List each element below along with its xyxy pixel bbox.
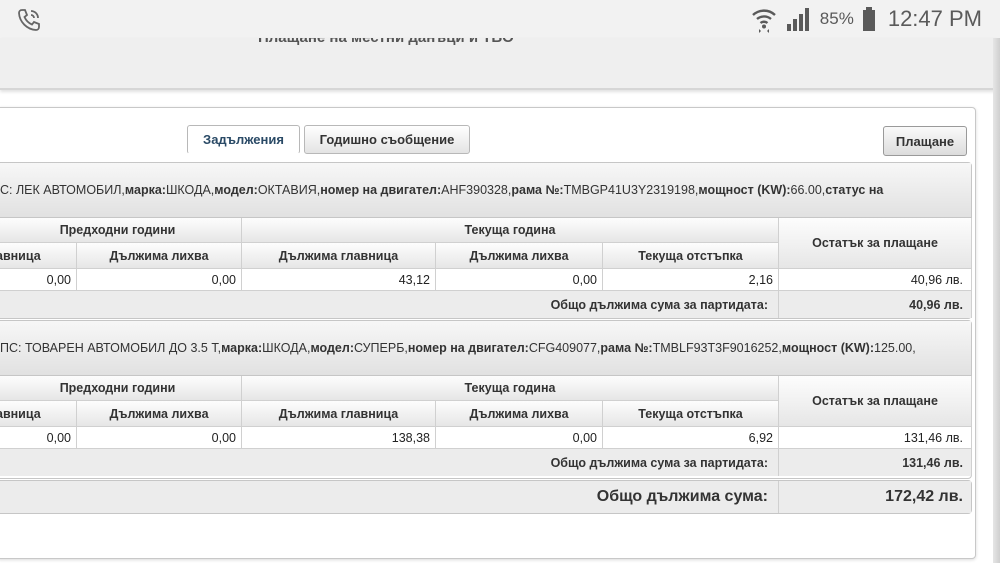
- tab-obligations[interactable]: Задължения: [187, 125, 300, 154]
- field-value: 66.00,: [790, 183, 826, 197]
- battery-percent: 85%: [819, 9, 854, 28]
- page-title: Плащане на местни данъци и ТБО: [258, 38, 514, 46]
- cur-principal-value: 138,38: [242, 427, 436, 449]
- header-current-year: Текуща година: [242, 376, 779, 401]
- field-label: статус на: [825, 183, 884, 197]
- header-discount: Текуща отстъпка: [603, 401, 779, 427]
- header-prev-principal: авница: [0, 401, 77, 427]
- clock: 12:47 PM: [887, 6, 982, 31]
- battery-icon: [862, 7, 875, 31]
- header-discount: Текуща отстъпка: [603, 243, 779, 269]
- field-value: ШКОДА,: [165, 183, 215, 197]
- grand-total-row: Общо дължима сума: 172,42 лв.: [0, 480, 972, 514]
- field-label: номер на двигател:: [407, 341, 529, 355]
- batch-total-value: 40,96 лв.: [779, 291, 972, 318]
- wifi-icon: [751, 9, 776, 33]
- field-label: рама №:: [511, 183, 564, 197]
- tab-annual-notice[interactable]: Годишно съобщение: [304, 125, 470, 154]
- batch-total-label: Общо дължима сума за партидата:: [0, 449, 779, 476]
- field-value: ПС: ТОВАРЕН АВТОМОБИЛ ДО 3.5 Т,: [0, 341, 222, 355]
- batch-total-label: Общо дължима сума за партидата:: [0, 291, 779, 318]
- header-current-year: Текуща година: [242, 218, 779, 243]
- header-cur-interest: Дължима лихва: [436, 401, 603, 427]
- field-label: марка:: [124, 183, 166, 197]
- remaining-value: 40,96 лв.: [779, 269, 972, 291]
- field-label: номер на двигател:: [320, 183, 442, 197]
- signal-icon: [786, 8, 809, 31]
- header-prev-interest: Дължима лихва: [77, 401, 242, 427]
- status-bar: 85% 12:47 PM: [0, 0, 1000, 38]
- grand-total-value: 172,42 лв.: [779, 481, 971, 513]
- scroll-edge: [993, 38, 1000, 563]
- header-remaining: Остатък за плащане: [779, 376, 972, 427]
- vehicle-description: ПС: ТОВАРЕН АВТОМОБИЛ ДО 3.5 Т, марка: Ш…: [0, 321, 971, 376]
- field-value: ОКТАВИЯ,: [257, 183, 321, 197]
- header-prev-years: Предходни години: [0, 218, 242, 243]
- field-value: TMBGP41U3Y2319198,: [563, 183, 699, 197]
- page-header: Плащане на местни данъци и ТБО: [0, 38, 998, 90]
- prev-interest-value: 0,00: [77, 269, 242, 291]
- field-label: рама №:: [600, 341, 653, 355]
- header-remaining: Остатък за плащане: [779, 218, 972, 269]
- prev-interest-value: 0,00: [77, 427, 242, 449]
- discount-value: 2,16: [603, 269, 779, 291]
- remaining-value: 131,46 лв.: [779, 427, 972, 449]
- field-label: модел:: [214, 183, 258, 197]
- header-prev-principal: авница: [0, 243, 77, 269]
- prev-principal-value: 0,00: [0, 269, 77, 291]
- discount-value: 6,92: [603, 427, 779, 449]
- cur-interest-value: 0,00: [436, 269, 603, 291]
- field-value: CFG409077,: [528, 341, 601, 355]
- grand-total-label: Общо дължима сума:: [0, 481, 779, 513]
- header-cur-principal: Дължима главница: [242, 401, 436, 427]
- pay-button[interactable]: Плащане: [883, 126, 967, 156]
- cur-interest-value: 0,00: [436, 427, 603, 449]
- field-value: ШКОДА,: [262, 341, 311, 355]
- batch-total-value: 131,46 лв.: [779, 449, 972, 476]
- vehicle-section: ПС: ТОВАРЕН АВТОМОБИЛ ДО 3.5 Т, марка: Ш…: [0, 320, 972, 479]
- cur-principal-value: 43,12: [242, 269, 436, 291]
- field-label: модел:: [310, 341, 354, 355]
- header-cur-principal: Дължима главница: [242, 243, 436, 269]
- phone-call-icon: [18, 9, 40, 31]
- field-value: 125.00,: [874, 341, 916, 355]
- field-label: марка:: [221, 341, 263, 355]
- header-cur-interest: Дължима лихва: [436, 243, 603, 269]
- vehicle-description: С: ЛЕК АВТОМОБИЛ, марка: ШКОДА, модел: О…: [0, 163, 971, 218]
- header-prev-interest: Дължима лихва: [77, 243, 242, 269]
- prev-principal-value: 0,00: [0, 427, 77, 449]
- field-label: мощност (KW):: [698, 183, 791, 197]
- field-value: СУПЕРБ,: [353, 341, 408, 355]
- field-label: мощност (KW):: [781, 341, 875, 355]
- field-value: TMBLF93T3F9016252,: [652, 341, 782, 355]
- vehicle-section: С: ЛЕК АВТОМОБИЛ, марка: ШКОДА, модел: О…: [0, 162, 972, 319]
- field-value: AHF390328,: [441, 183, 512, 197]
- field-value: С: ЛЕК АВТОМОБИЛ,: [0, 183, 125, 197]
- obligations-panel: Задължения Годишно съобщение Плащане С: …: [0, 107, 976, 559]
- header-prev-years: Предходни години: [0, 376, 242, 401]
